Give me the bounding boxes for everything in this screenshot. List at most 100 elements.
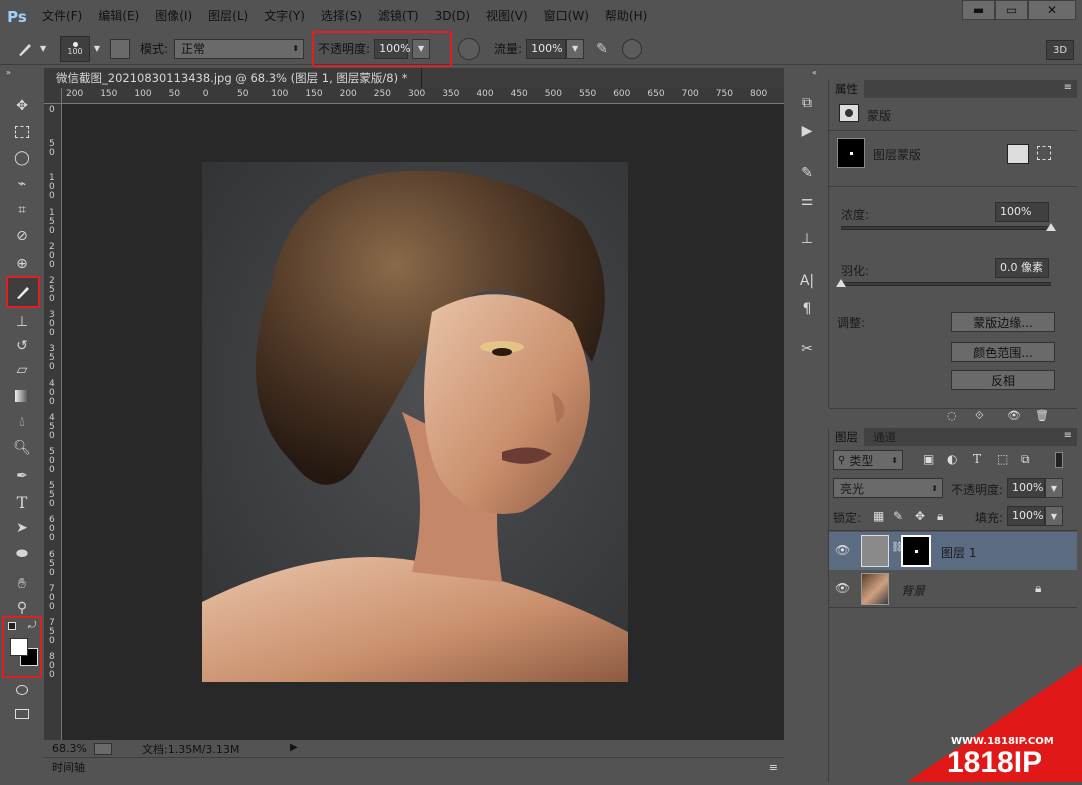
- layer-filter-select[interactable]: ⚲ 类型 ⬍: [833, 450, 903, 470]
- lock-transparent-icon[interactable]: ▦: [873, 509, 884, 523]
- feather-slider-knob[interactable]: [836, 279, 846, 287]
- marquee-tool-icon[interactable]: [8, 120, 36, 144]
- properties-menu-icon[interactable]: ≡: [1064, 82, 1072, 93]
- move-tool-icon[interactable]: ✥: [8, 94, 36, 118]
- menu-file[interactable]: 文件(F): [34, 0, 90, 33]
- mode-select[interactable]: 正常 ⬍: [174, 39, 304, 59]
- eyedropper-tool-icon[interactable]: ⊘: [8, 224, 36, 248]
- blur-tool-icon[interactable]: 💧︎: [8, 410, 36, 434]
- channels-tab[interactable]: 通道: [867, 428, 902, 446]
- layer-row-layer1[interactable]: 👁︎ ⛓︎ 图层 1: [829, 532, 1077, 570]
- status-expand-arrow-icon[interactable]: ▶: [290, 742, 298, 753]
- eraser-tool-icon[interactable]: ▱: [8, 358, 36, 382]
- layer-row-background[interactable]: 👁︎ 背景 🔒︎: [829, 570, 1077, 608]
- toggle-mask-icon[interactable]: 👁︎: [1007, 409, 1021, 422]
- flow-input[interactable]: 100%: [526, 39, 566, 59]
- lasso-tool-icon[interactable]: ◯: [8, 146, 36, 170]
- layers-tab[interactable]: 图层: [829, 428, 864, 446]
- quick-mask-icon[interactable]: [8, 678, 36, 702]
- layers-menu-icon[interactable]: ≡: [1064, 430, 1072, 441]
- mask-edge-button[interactable]: 蒙版边缘...: [951, 312, 1055, 332]
- filter-smart-object-icon[interactable]: ⧉: [1021, 452, 1030, 467]
- brush-panel-toggle-icon[interactable]: [110, 39, 130, 59]
- tool-preset-dropdown-icon[interactable]: ▼: [40, 44, 54, 53]
- menu-type[interactable]: 文字(Y): [256, 0, 313, 33]
- zoom-level[interactable]: 68.3%: [44, 742, 90, 755]
- color-range-button[interactable]: 颜色范围...: [951, 342, 1055, 362]
- healing-tool-icon[interactable]: ⊕: [8, 252, 36, 276]
- opacity-dropdown-icon[interactable]: ▼: [412, 39, 430, 59]
- brush-preset-picker[interactable]: 100: [60, 36, 90, 62]
- character-panel-icon[interactable]: A|: [796, 270, 818, 292]
- history-panel-icon[interactable]: ⧉: [796, 92, 818, 114]
- maximize-button[interactable]: ▭: [995, 0, 1028, 20]
- gradient-tool-icon[interactable]: [8, 384, 36, 408]
- blend-mode-select[interactable]: 亮光 ⬍: [833, 478, 943, 498]
- menu-view[interactable]: 视图(V): [478, 0, 536, 33]
- toolbox-collapse-icon[interactable]: »: [6, 68, 11, 77]
- type-tool-icon[interactable]: T: [8, 490, 36, 514]
- dodge-tool-icon[interactable]: 🔍︎: [8, 436, 36, 460]
- clone-source-icon[interactable]: ⊥: [796, 228, 818, 250]
- brush-tool-selected-icon[interactable]: [6, 276, 40, 308]
- delete-mask-icon[interactable]: 🗑︎: [1035, 409, 1049, 422]
- clone-stamp-tool-icon[interactable]: ⊥: [8, 310, 36, 334]
- tool-presets-icon[interactable]: ✂: [796, 338, 818, 360]
- layer-name[interactable]: 背景: [901, 582, 925, 599]
- menu-help[interactable]: 帮助(H): [597, 0, 655, 33]
- pen-tool-icon[interactable]: ✒: [8, 464, 36, 488]
- screen-mode-icon[interactable]: [8, 702, 36, 726]
- menu-edit[interactable]: 编辑(E): [90, 0, 147, 33]
- brush-presets-icon[interactable]: ⚌: [796, 190, 818, 212]
- visibility-eye-icon[interactable]: 👁︎: [835, 581, 850, 595]
- timeline-panel-bar[interactable]: 时间轴 ≡: [44, 757, 784, 777]
- density-slider-knob[interactable]: [1046, 223, 1056, 231]
- history-brush-tool-icon[interactable]: ↺: [8, 334, 36, 358]
- load-selection-icon[interactable]: ◌: [947, 409, 957, 422]
- fill-dropdown-icon[interactable]: ▼: [1045, 506, 1063, 526]
- crop-tool-icon[interactable]: ⌗: [8, 198, 36, 222]
- brush-tool-icon[interactable]: [10, 37, 40, 61]
- feather-input[interactable]: 0.0 像素: [995, 258, 1049, 278]
- layer-mask-thumbnail[interactable]: [901, 535, 931, 567]
- feather-slider-track[interactable]: [841, 282, 1051, 286]
- select-vector-mask-icon[interactable]: [1037, 146, 1051, 160]
- pixel-mask-icon[interactable]: [839, 104, 859, 122]
- select-pixel-mask-icon[interactable]: [1007, 144, 1029, 164]
- minimize-button[interactable]: ▬: [962, 0, 995, 20]
- lock-all-icon[interactable]: 🔒︎: [937, 509, 943, 524]
- shape-tool-icon[interactable]: ⬬: [8, 542, 36, 566]
- hand-tool-icon[interactable]: ✋︎: [8, 572, 36, 596]
- filter-adjustment-icon[interactable]: ◐: [947, 452, 957, 466]
- path-select-tool-icon[interactable]: ➤: [8, 516, 36, 540]
- default-colors-icon[interactable]: [8, 622, 16, 630]
- menu-image[interactable]: 图像(I): [147, 0, 200, 33]
- fill-input[interactable]: 100%: [1007, 506, 1045, 526]
- close-window-button[interactable]: ✕: [1028, 0, 1076, 20]
- document-image[interactable]: [202, 162, 628, 682]
- lock-image-icon[interactable]: ✎: [893, 509, 903, 523]
- properties-tab[interactable]: 属性: [829, 80, 864, 98]
- density-input[interactable]: 100%: [995, 202, 1049, 222]
- pressure-opacity-icon[interactable]: [458, 38, 480, 60]
- actions-panel-icon[interactable]: ▶: [796, 120, 818, 142]
- filter-type-icon[interactable]: T: [973, 452, 981, 466]
- airbrush-icon[interactable]: ✎: [596, 41, 608, 57]
- document-tab[interactable]: 微信截图_20210830113438.jpg @ 68.3% (图层 1, 图…: [44, 68, 422, 88]
- filter-toggle-icon[interactable]: [1055, 452, 1063, 468]
- layer-opacity-dropdown-icon[interactable]: ▼: [1045, 478, 1063, 498]
- brush-panel-icon[interactable]: ✎: [796, 162, 818, 184]
- filter-pixel-icon[interactable]: ▣: [923, 452, 934, 466]
- visibility-eye-icon[interactable]: 👁︎: [835, 543, 850, 557]
- layer-opacity-input[interactable]: 100%: [1007, 478, 1045, 498]
- mode-3d-button[interactable]: 3D: [1046, 40, 1074, 60]
- panel-collapse-icon[interactable]: «: [812, 68, 817, 77]
- timeline-menu-icon[interactable]: ≡: [769, 758, 778, 778]
- menu-filter[interactable]: 滤镜(T): [370, 0, 427, 33]
- menu-layer[interactable]: 图层(L): [200, 0, 256, 33]
- layer-name[interactable]: 图层 1: [941, 544, 976, 561]
- swap-colors-icon[interactable]: ⤾: [28, 620, 36, 631]
- density-slider-track[interactable]: [841, 226, 1051, 230]
- pressure-size-icon[interactable]: [622, 39, 642, 59]
- foreground-color-swatch[interactable]: [10, 638, 28, 656]
